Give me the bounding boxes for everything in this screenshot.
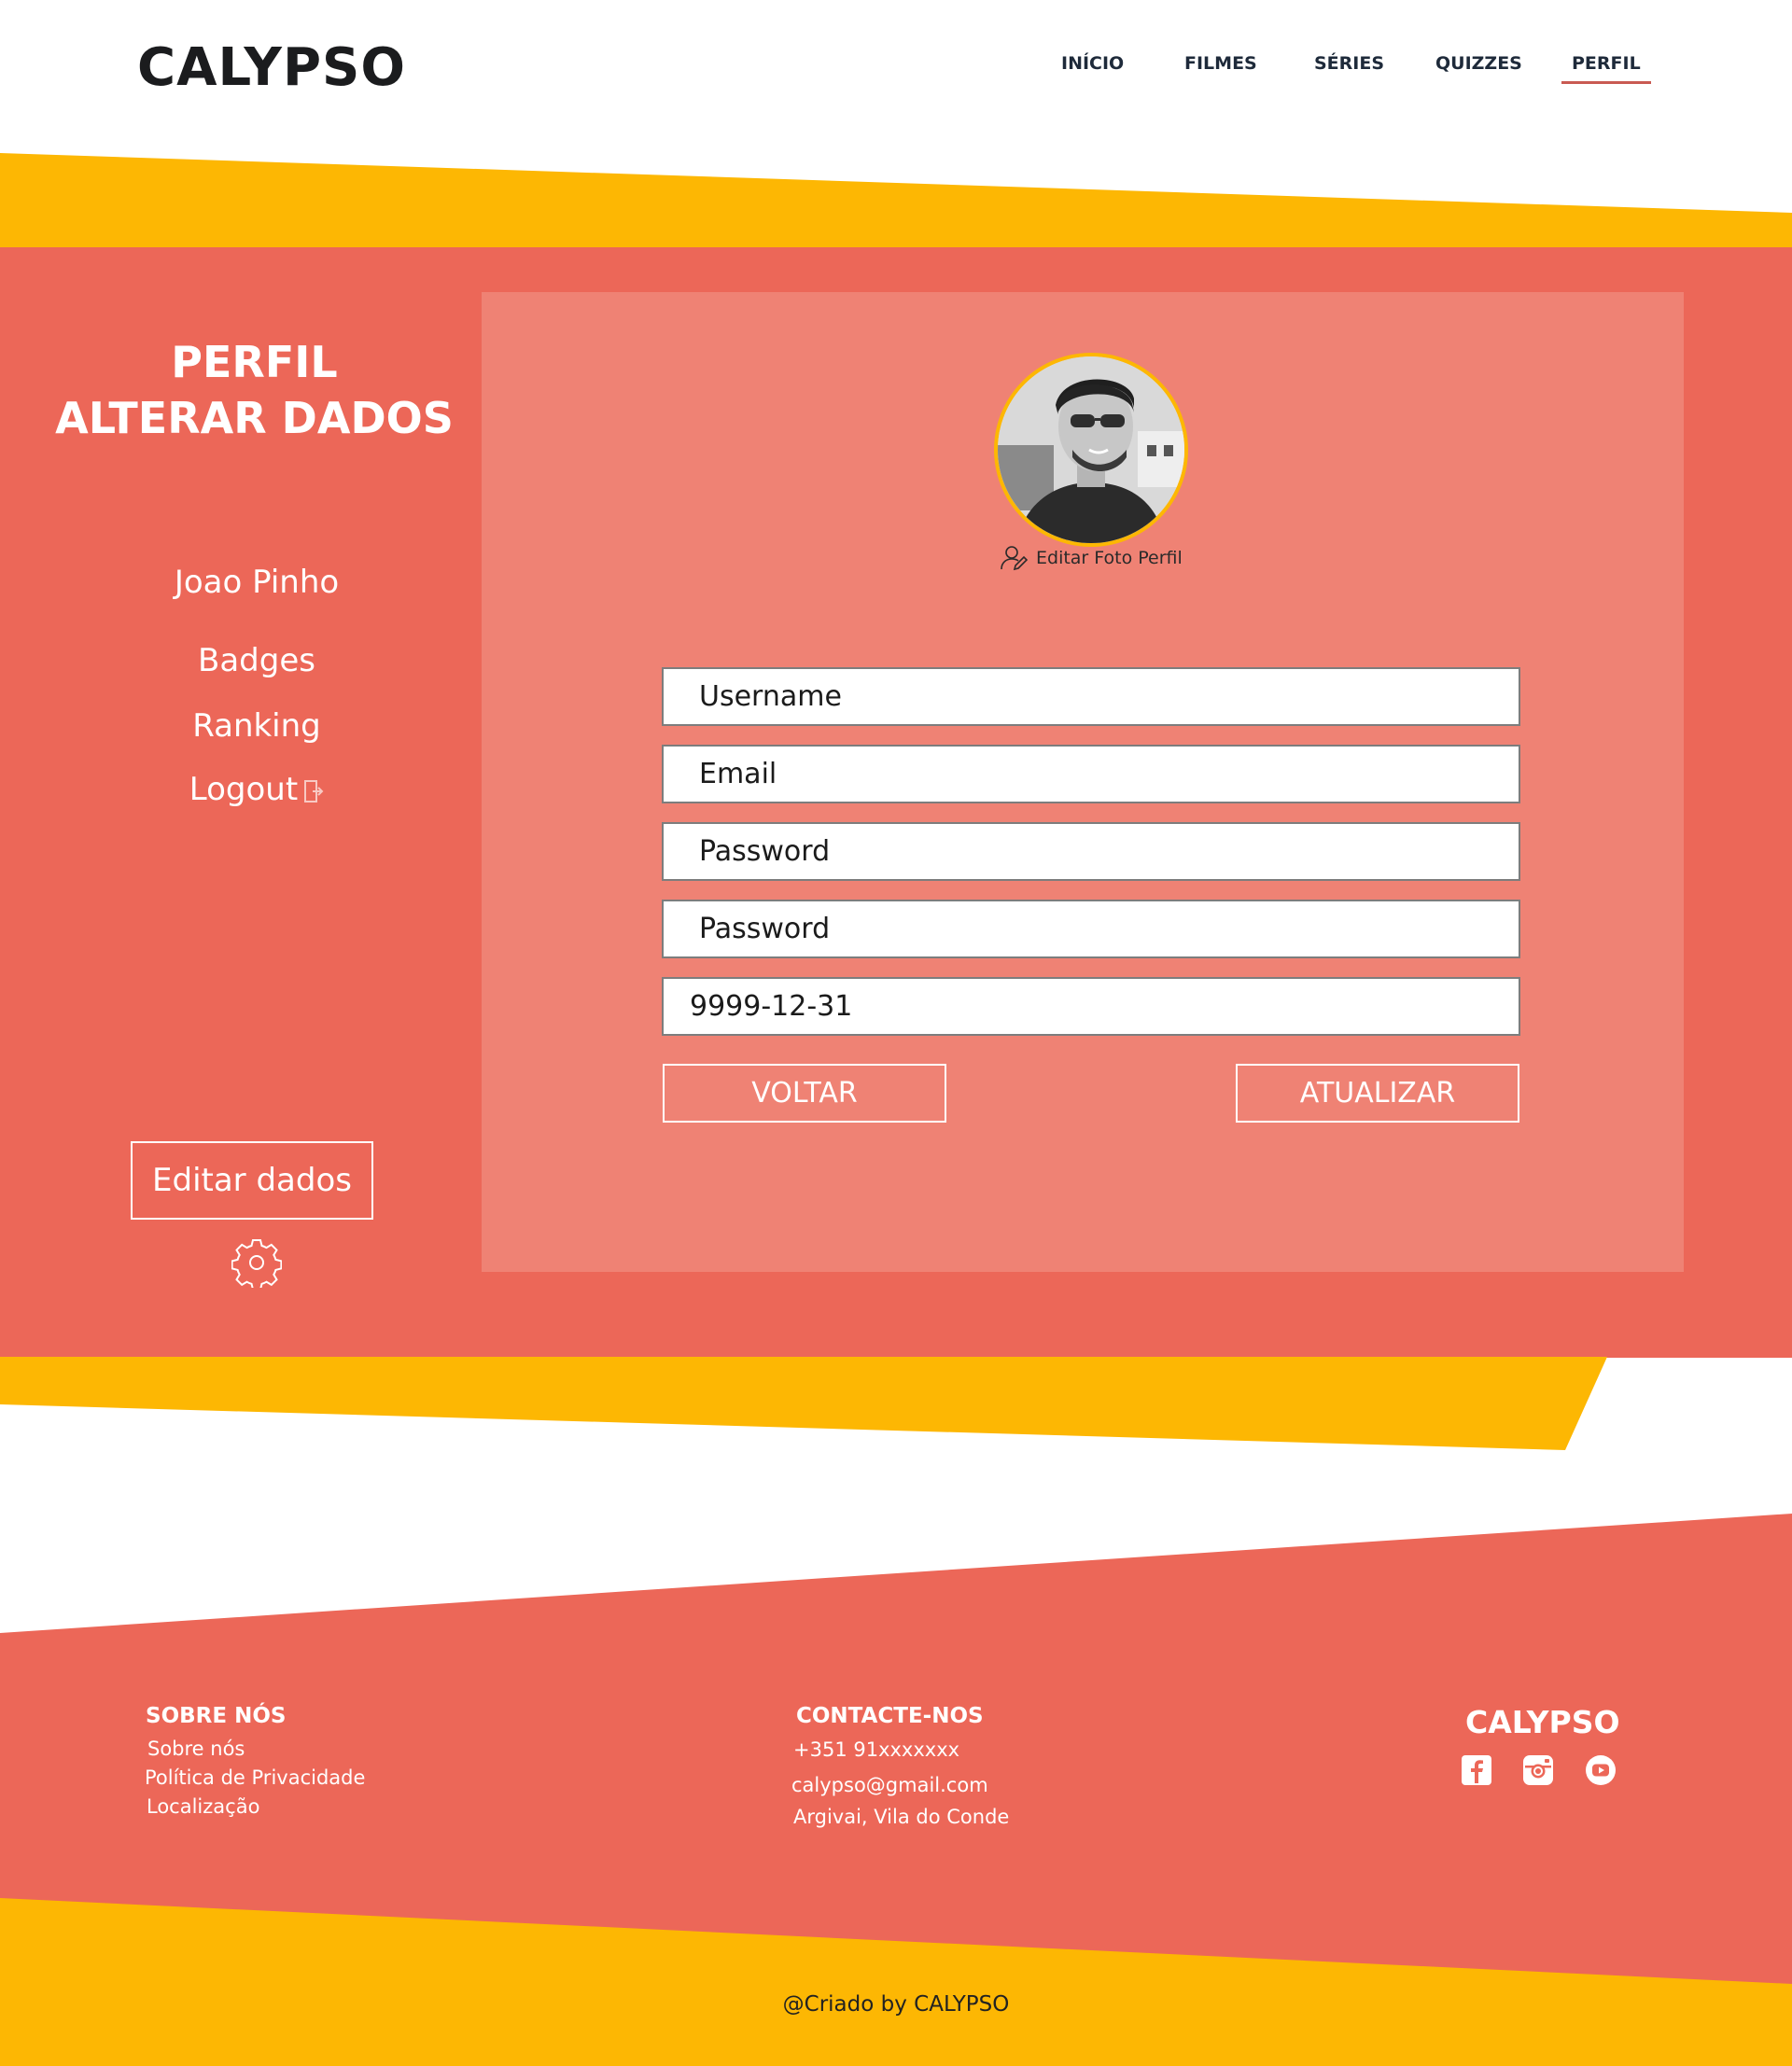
sidebar-item-badges[interactable]: Badges (0, 642, 513, 679)
youtube-icon[interactable] (1585, 1754, 1617, 1786)
nav-filmes[interactable]: FILMES (1184, 53, 1257, 74)
gear-icon[interactable] (231, 1237, 282, 1288)
contact-heading: CONTACTE-NOS (796, 1704, 984, 1728)
site-logo[interactable]: CALYPSO (137, 37, 406, 98)
facebook-icon[interactable] (1461, 1754, 1492, 1786)
user-edit-icon (1001, 546, 1029, 571)
nav-inicio[interactable]: INÍCIO (1061, 53, 1124, 74)
birthdate-input[interactable] (662, 977, 1520, 1036)
profile-photo (994, 353, 1188, 547)
nav-quizzes[interactable]: QUIZZES (1435, 53, 1522, 74)
back-button[interactable]: VOLTAR (663, 1064, 946, 1123)
update-button[interactable]: ATUALIZAR (1236, 1064, 1519, 1123)
instagram-icon[interactable] (1522, 1754, 1554, 1786)
logout-label: Logout (189, 771, 299, 808)
logout-icon (304, 779, 324, 803)
edit-photo-label: Editar Foto Perfil (1036, 548, 1183, 568)
edit-data-button[interactable]: Editar dados (131, 1141, 373, 1220)
email-input[interactable] (662, 745, 1520, 803)
about-heading: SOBRE NÓS (146, 1704, 287, 1728)
contact-address: Argivai, Vila do Conde (793, 1806, 1010, 1828)
password-input[interactable] (662, 822, 1520, 881)
sidebar-item-ranking[interactable]: Ranking (0, 707, 513, 745)
user-name: Joao Pinho (174, 564, 340, 601)
copyright-text: @Criado by CALYPSO (782, 1992, 1010, 2017)
contact-phone: +351 91xxxxxxx (793, 1738, 960, 1761)
password-confirm-input[interactable] (662, 900, 1520, 958)
edit-photo-link[interactable]: Editar Foto Perfil (1001, 543, 1183, 573)
page-subtitle: ALTERAR DADOS (55, 393, 454, 443)
location-link[interactable]: Localização (147, 1795, 259, 1818)
privacy-link[interactable]: Política de Privacidade (145, 1766, 365, 1789)
footer-logo: CALYPSO (1465, 1704, 1620, 1740)
contact-email[interactable]: calypso@gmail.com (791, 1774, 988, 1796)
page-title: PERFIL (171, 337, 338, 387)
nav-perfil[interactable]: PERFIL (1561, 53, 1651, 84)
about-link[interactable]: Sobre nós (147, 1738, 245, 1760)
nav-series[interactable]: SÉRIES (1314, 53, 1384, 74)
sidebar-item-logout[interactable]: Logout (0, 771, 513, 808)
username-input[interactable] (662, 667, 1520, 726)
avatar-illustration (998, 356, 1184, 543)
